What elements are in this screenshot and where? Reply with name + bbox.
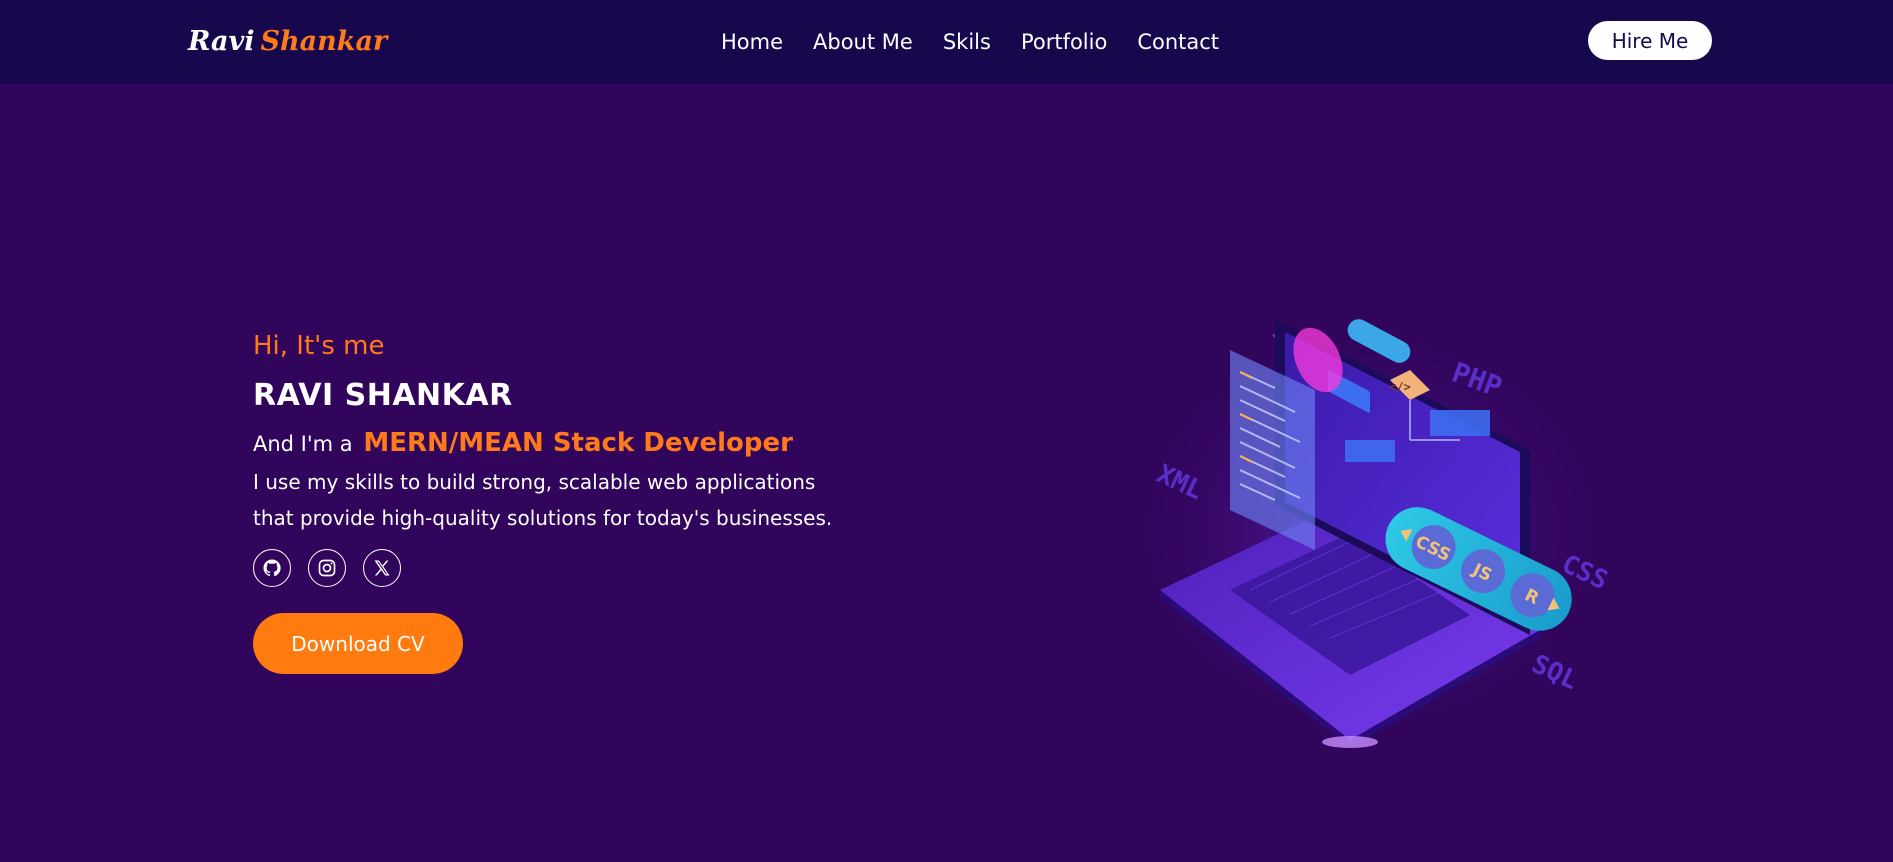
instagram-icon xyxy=(318,559,336,577)
role-prefix: And I'm a xyxy=(253,432,353,456)
x-twitter-icon xyxy=(374,560,390,576)
nav-link-about[interactable]: About Me xyxy=(813,27,913,57)
laptop-illustration: PHP XML CSS SQL </> </> xyxy=(1110,310,1630,750)
nav-link-contact[interactable]: Contact xyxy=(1137,27,1219,57)
hinge-glow xyxy=(1322,736,1378,748)
download-cv-button[interactable]: Download CV xyxy=(253,613,463,674)
role-title: MERN/MEAN Stack Developer xyxy=(363,428,793,458)
nav-link-portfolio[interactable]: Portfolio xyxy=(1021,27,1107,57)
role-line: And I'm a MERN/MEAN Stack Developer xyxy=(253,425,833,462)
hero-name: RAVI SHANKAR xyxy=(253,378,513,413)
hero-greeting: Hi, It's me xyxy=(253,331,385,361)
code-glyph: </> xyxy=(1389,380,1411,394)
x-twitter-link[interactable] xyxy=(363,549,401,587)
github-link[interactable] xyxy=(253,549,291,587)
logo-first-name: Ravi xyxy=(188,26,255,57)
github-icon xyxy=(263,559,281,577)
instagram-link[interactable] xyxy=(308,549,346,587)
logo[interactable]: Ravi Shankar xyxy=(188,24,387,60)
navbar: Ravi Shankar Home About Me Skils Portfoli… xyxy=(0,0,1893,84)
nav-links: Home About Me Skils Portfolio Contact xyxy=(721,27,1219,57)
social-links xyxy=(253,549,833,587)
hero-section: Hi, It's me RAVI SHANKAR And I'm a MERN/… xyxy=(253,328,833,674)
logo-last-name: Shankar xyxy=(260,26,388,57)
nav-link-skills[interactable]: Skils xyxy=(943,27,991,57)
hero-bio: I use my skills to build strong, scalabl… xyxy=(253,470,833,530)
hire-me-button[interactable]: Hire Me xyxy=(1588,21,1712,60)
nav-link-home[interactable]: Home xyxy=(721,27,783,57)
